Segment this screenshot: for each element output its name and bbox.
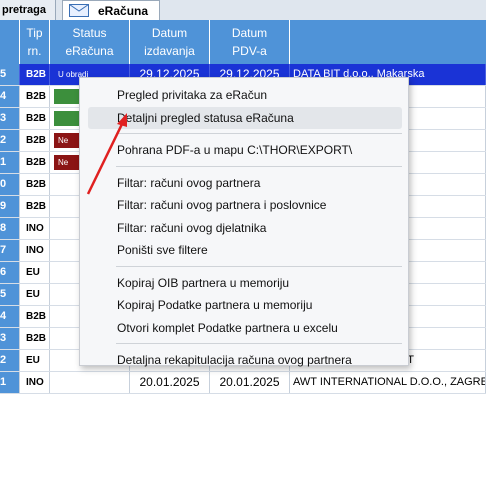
tab-search[interactable]: pretraga F3 [0,0,56,36]
row-tip: B2B [20,152,50,173]
row-number: 9 [0,196,20,217]
row-number: 2 [0,130,20,151]
row-tip: INO [20,372,50,393]
header-status-line2: eRačuna [65,44,114,58]
header-tip-line1: Tip [26,26,43,40]
header-date-issued-line1: Datum [151,26,188,40]
menu-separator [116,265,402,267]
header-status[interactable]: Status eRačuna [50,20,130,64]
header-date-vat-line1: Datum [231,26,268,40]
header-partner[interactable] [290,20,486,64]
row-tip: EU [20,262,50,283]
row-number: 1 [0,372,20,393]
context-menu: Pregled privitaka za eRačun Detaljni preg… [79,77,409,367]
header-tip[interactable]: Tip rn. [20,20,50,64]
menu-item[interactable]: Filtar: računi ovog partnera [88,172,402,194]
row-number: 2 [0,350,20,371]
menu-item[interactable]: Filtar: računi ovog djelatnika [88,217,402,239]
header-date-vat-line2: PDV-a [232,44,267,58]
row-status [50,372,130,393]
row-tip: B2B [20,306,50,327]
table-header: Tip rn. Status eRačuna Datum izdavanja D… [0,20,486,64]
header-status-line1: Status [72,26,107,40]
row-number: 3 [0,108,20,129]
menu-item[interactable]: Filtar: računi ovog partnera i poslovnic… [88,194,402,216]
menu-separator [116,165,402,167]
row-date-issued: 20.01.2025 [130,372,210,393]
row-tip: B2B [20,108,50,129]
table-row[interactable]: 1 INO 20.01.2025 20.01.2025 AWT INTERNATIONA… [0,372,486,394]
row-tip: B2B [20,86,50,107]
menu-item[interactable]: Kopiraj OIB partnera u memoriju [88,272,402,294]
row-number: 0 [0,174,20,195]
row-date-vat: 20.01.2025 [210,372,290,393]
row-number: 5 [0,64,20,85]
row-tip: EU [20,350,50,371]
menu-item[interactable]: Pregled privitaka za eRačun [88,84,402,106]
row-tip: INO [20,240,50,261]
row-number: 5 [0,284,20,305]
menu-separator [116,343,402,344]
row-tip: B2B [20,64,50,85]
row-number: 3 [0,328,20,349]
header-num[interactable] [0,20,20,64]
row-number: 7 [0,240,20,261]
menu-item[interactable]: Pohrana PDF-a u mapu C:\THOR\EXPORT\ [88,139,402,161]
header-tip-line2: rn. [27,44,42,58]
row-tip: B2B [20,328,50,349]
row-number: 8 [0,218,20,239]
menu-item[interactable]: Kopiraj Podatke partnera u memoriju [88,294,402,316]
envelope-icon [69,4,89,17]
row-tip: B2B [20,174,50,195]
tab-eracuna[interactable]: eRačuna [62,0,160,21]
row-number: 1 [0,152,20,173]
row-number: 4 [0,86,20,107]
row-tip: B2B [20,196,50,217]
menu-item[interactable]: Detaljni pregled statusa eRačuna [88,106,402,129]
tab-eracuna-label: eRačuna [98,4,149,18]
menu-separator [116,133,402,134]
row-tip: INO [20,218,50,239]
header-date-issued-line2: izdavanja [144,44,195,58]
menu-item[interactable]: Detaljna rekapitulacija računa ovog part… [88,349,402,371]
header-date-vat[interactable]: Datum PDV-a [210,20,290,64]
row-tip: EU [20,284,50,305]
row-partner: AWT INTERNATIONAL D.O.O., ZAGREB [290,372,486,393]
row-tip: B2B [20,130,50,151]
menu-item[interactable]: Poništi sve filtere [88,239,402,261]
header-date-issued[interactable]: Datum izdavanja [130,20,210,64]
menu-item[interactable]: Otvori komplet Podatke partnera u excelu [88,317,402,339]
row-number: 6 [0,262,20,283]
tab-bar: pretraga F3 eRačuna [0,0,486,36]
row-number: 4 [0,306,20,327]
